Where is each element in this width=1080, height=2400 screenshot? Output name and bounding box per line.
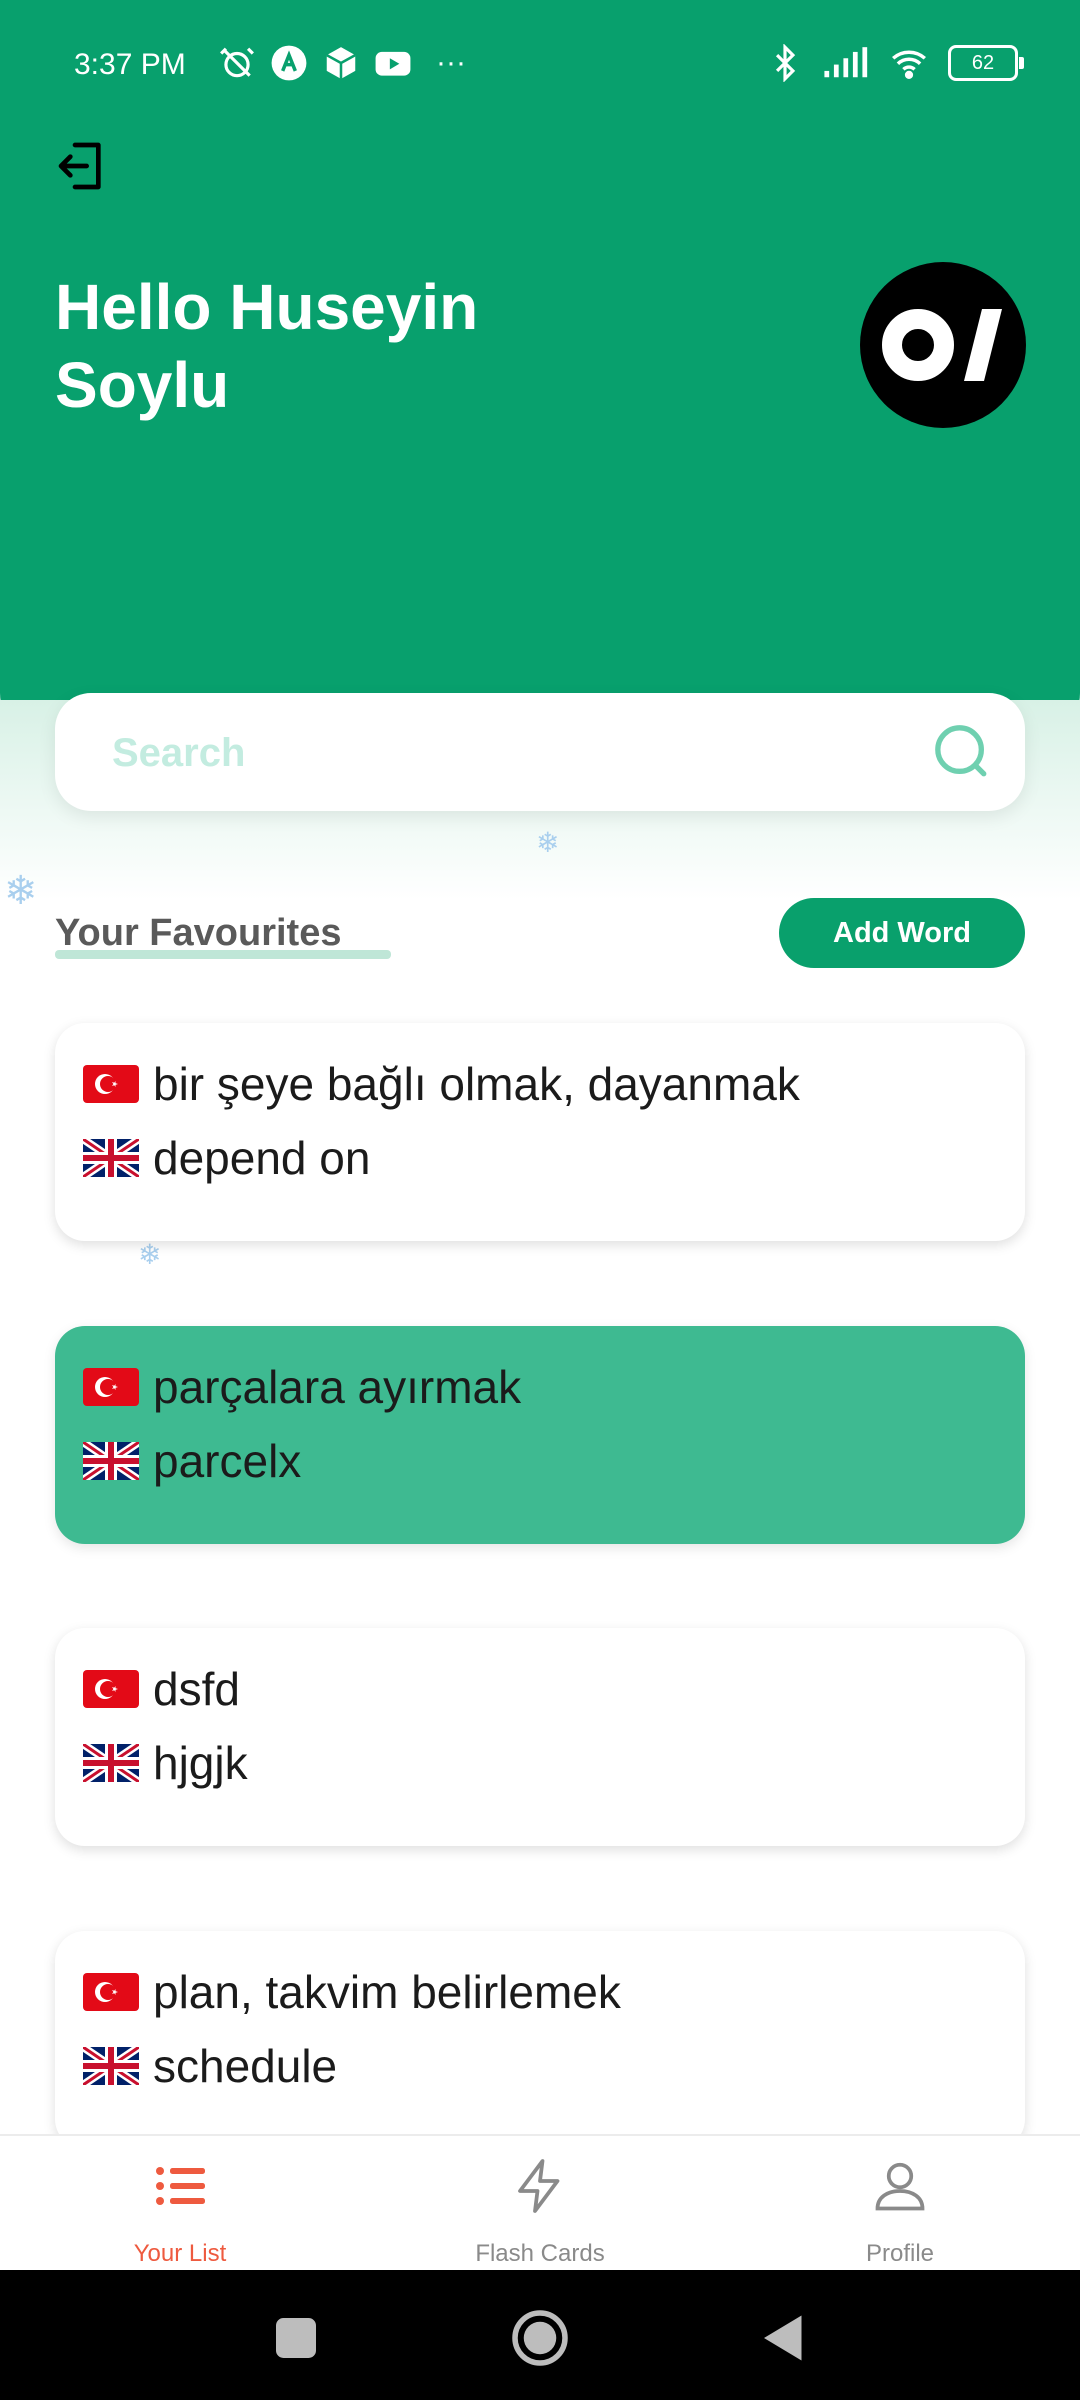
nav-flash-cards[interactable]: Flash Cards — [420, 2136, 660, 2272]
user-icon — [875, 2162, 925, 2211]
battery-indicator: 62 — [948, 45, 1024, 81]
word-english: hjgjk — [153, 1737, 248, 1789]
lightning-icon — [518, 2159, 560, 2213]
status-time: 3:37 PM — [74, 48, 186, 81]
word-turkish: dsfd — [153, 1663, 240, 1715]
search-bar — [55, 693, 1025, 811]
list-icon — [156, 2167, 205, 2205]
logout-icon[interactable] — [54, 138, 110, 194]
home-icon[interactable] — [510, 2308, 570, 2368]
word-english: parcelx — [153, 1435, 302, 1487]
notification-icons: ··· — [218, 44, 466, 82]
app-logo — [860, 262, 1026, 428]
nav-label: Flash Cards — [475, 2240, 605, 2267]
add-word-button[interactable]: Add Word — [779, 898, 1025, 968]
turkey-flag-icon — [83, 1973, 139, 2011]
word-english: schedule — [153, 2040, 338, 2092]
turkey-flag-icon — [83, 1065, 139, 1103]
nav-label: Your List — [133, 2240, 227, 2267]
box-icon — [326, 47, 356, 79]
signal-icon — [824, 47, 868, 78]
word-card[interactable]: plan, takvim belirlemek schedule — [55, 1931, 1025, 2149]
snowflake-icon: ❄ — [4, 869, 38, 913]
word-card[interactable]: bir şeye bağlı olmak, dayanmak depend on — [55, 1023, 1025, 1241]
uk-flag-icon — [83, 1744, 139, 1782]
word-turkish: bir şeye bağlı olmak, dayanmak — [153, 1058, 800, 1110]
turkey-flag-icon — [83, 1368, 139, 1406]
search-icon[interactable] — [933, 723, 991, 781]
word-english: depend on — [153, 1132, 371, 1184]
nav-your-list[interactable]: Your List — [60, 2136, 300, 2272]
search-input[interactable] — [110, 717, 934, 789]
section-title: Your Favourites — [55, 912, 342, 954]
uk-flag-icon — [83, 1442, 139, 1480]
youtube-icon — [375, 51, 411, 76]
greeting-title: Hello Huseyin Soylu — [55, 271, 479, 421]
bluetooth-icon — [775, 44, 796, 82]
nav-label: Profile — [865, 2240, 935, 2267]
word-turkish: parçalara ayırmak — [153, 1361, 522, 1413]
nav-profile[interactable]: Profile — [780, 2136, 1020, 2272]
uk-flag-icon — [83, 1139, 139, 1177]
snowflake-icon: ❄ — [138, 1239, 162, 1270]
system-status: 62 — [766, 44, 1024, 82]
status-bar: 3:37 PM ··· 62 — [0, 0, 1080, 134]
back-icon[interactable] — [754, 2308, 814, 2368]
uk-flag-icon — [83, 2047, 139, 2085]
recent-apps-icon[interactable] — [266, 2308, 326, 2368]
app-a-icon — [271, 45, 307, 81]
wifi-icon — [892, 50, 926, 79]
turkey-flag-icon — [83, 1670, 139, 1708]
word-card[interactable]: dsfd hjgjk — [55, 1628, 1025, 1846]
bottom-navigation: Your List Flash Cards Profile — [0, 2134, 1080, 2272]
more-notifications-icon: ··· — [436, 46, 466, 79]
logo-mark-icon — [882, 309, 1002, 381]
word-turkish: plan, takvim belirlemek — [153, 1966, 621, 2018]
word-card-highlighted[interactable]: parçalara ayırmak parcelx — [55, 1326, 1025, 1544]
alarm-off-icon — [220, 47, 254, 78]
system-nav-bar — [0, 2270, 1080, 2400]
snowflake-icon: ❄ — [536, 827, 560, 858]
